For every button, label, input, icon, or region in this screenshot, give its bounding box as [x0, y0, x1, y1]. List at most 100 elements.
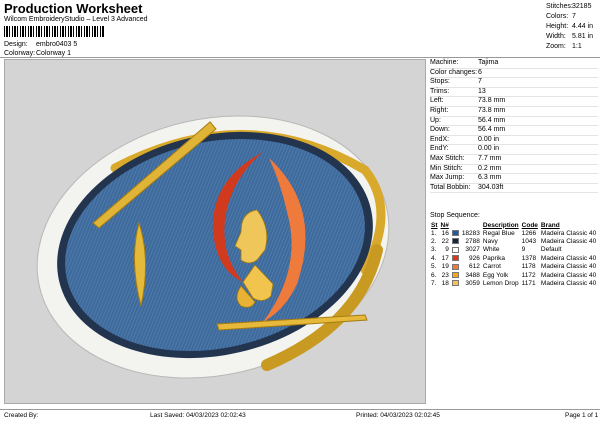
info-label: Color changes: — [430, 68, 478, 76]
stat-value: 32185 — [572, 3, 592, 10]
col-brand: Brand — [540, 221, 560, 229]
cell-code: 1172 — [521, 271, 536, 279]
cell-code: 1266 — [521, 229, 537, 237]
cell-brand: Default — [540, 246, 562, 254]
cell-description: Paprika — [482, 254, 505, 262]
info-label: Max Jump: — [430, 174, 465, 182]
cell-count: 2788 — [465, 238, 480, 246]
cell-brand: Madeira Classic 40 — [540, 271, 597, 279]
cell-swatch — [451, 237, 461, 245]
machine-info-panel: Machine: Tajima Color changes: 6 Stops: 7 T… — [430, 59, 598, 194]
cell-code: 9 — [521, 246, 526, 254]
col-code: Code — [521, 221, 538, 229]
table-row: 6. 23 3488 Egg Yolk 1172 Madeira Classic 40 — [430, 271, 598, 279]
info-row: Max Stitch: 7.7 mm — [430, 155, 598, 165]
info-value: 13 — [478, 87, 486, 95]
footer-page: Page 1 of 1 — [565, 412, 599, 419]
stat-row: Zoom: 1:1 — [546, 42, 593, 52]
cell-count: 3059 — [465, 280, 480, 288]
design-preview — [4, 59, 426, 404]
info-value: 6 — [478, 68, 482, 76]
color-swatch — [451, 255, 459, 262]
footer-divider — [0, 409, 600, 410]
stat-label: Zoom: — [546, 43, 566, 50]
table-row: 4. 17 926 Paprika 1378 Madeira Classic 40 — [430, 254, 598, 262]
cell-code: 1178 — [521, 263, 536, 271]
color-swatch — [451, 238, 459, 245]
info-label: Max Stitch: — [430, 154, 465, 162]
info-value: 7 — [478, 78, 482, 86]
cell-brand: Madeira Classic 40 — [540, 254, 597, 262]
cell-brand: Madeira Classic 40 — [540, 238, 597, 246]
stat-value: 4.44 in — [572, 23, 594, 30]
table-header-row: St N# Description Code Brand — [430, 221, 598, 229]
cell-code: 1043 — [521, 238, 537, 246]
color-swatch — [451, 246, 459, 253]
info-label: Total Bobbin: — [430, 183, 471, 191]
info-value: 7.7 mm — [478, 154, 502, 162]
cell-n: 23 — [441, 271, 449, 279]
cell-count: 926 — [469, 254, 480, 262]
info-label: Left: — [430, 97, 444, 105]
cell-swatch — [451, 279, 461, 287]
footer-printed: Printed: 04/03/2023 02:02:45 — [356, 412, 440, 419]
stat-row: Colors: 7 — [546, 12, 593, 22]
info-label: Trims: — [430, 87, 450, 95]
col-st: St — [431, 221, 438, 229]
stop-sequence-table: St N# Description Code Brand 1. 16 18283 Re… — [430, 221, 598, 288]
cell-n: 16 — [441, 229, 449, 237]
software-subtitle: Wilcom EmbroideryStudio – Level 3 Advanc… — [4, 16, 148, 23]
header-divider — [0, 57, 600, 58]
cell-description: Navy — [482, 238, 498, 246]
cell-count: 18283 — [461, 229, 480, 237]
footer-last-saved: Last Saved: 04/03/2023 02:02:43 — [150, 412, 246, 419]
colorway-value: Colorway 1 — [36, 50, 72, 57]
stop-sequence-title: Stop Sequence: — [430, 212, 480, 219]
color-swatch — [451, 229, 459, 236]
info-label: Right: — [430, 106, 449, 114]
cell-description: Regal Blue — [482, 229, 515, 237]
stat-label: Colors: — [546, 13, 569, 20]
design-label: Design: — [4, 41, 28, 48]
info-row: EndY: 0.00 in — [430, 145, 598, 155]
cell-n: 17 — [441, 254, 449, 262]
cell-swatch — [451, 263, 461, 271]
stat-label: Width: — [546, 33, 566, 40]
info-label: Machine: — [430, 59, 459, 66]
cell-code: 1378 — [521, 254, 537, 262]
cell-brand: Madeira Classic 40 — [540, 280, 597, 288]
cell-swatch — [451, 254, 461, 262]
info-value: 0.2 mm — [478, 164, 502, 172]
cell-count: 3488 — [465, 271, 480, 279]
table-row: 1. 16 18283 Regal Blue 1266 Madeira Classic 4… — [430, 229, 598, 237]
info-label: Stops: — [430, 78, 450, 86]
stat-row: Width: 5.81 in — [546, 32, 593, 42]
color-swatch — [451, 280, 459, 287]
info-row: Min Stitch: 0.2 mm — [430, 165, 598, 175]
info-value: 0.00 in — [478, 135, 500, 143]
design-value: embro0403 5 — [36, 41, 78, 48]
table-row: 5. 19 612 Carrot 1178 Madeira Classic 40 — [430, 263, 598, 271]
info-row: Total Bobbin: 304.03ft — [430, 184, 598, 194]
info-row: Color changes: 6 — [430, 69, 598, 79]
barcode — [4, 26, 104, 37]
cell-swatch — [451, 271, 461, 279]
info-value: 6.3 mm — [478, 174, 502, 182]
info-row: Trims: 13 — [430, 88, 598, 98]
stat-row: Stitches: 32185 — [546, 2, 593, 12]
stat-row: Height: 4.44 in — [546, 22, 593, 32]
col-n: N# — [440, 221, 449, 229]
info-row: EndX: 0.00 in — [430, 136, 598, 146]
info-value: 73.8 mm — [478, 106, 506, 114]
page-title: Production Worksheet — [4, 1, 143, 16]
info-row: Down: 56.4 mm — [430, 126, 598, 136]
colorway-row: Colorway: Colorway 1 — [4, 50, 71, 57]
stat-label: Height: — [546, 23, 569, 30]
info-value: 73.8 mm — [478, 97, 506, 105]
cell-st: 7. — [431, 280, 437, 288]
cell-n: 9 — [445, 246, 449, 254]
cell-count: 3027 — [465, 246, 480, 254]
cell-brand: Madeira Classic 40 — [540, 229, 597, 237]
table-row: 3. 9 3027 White 9 Default — [430, 246, 598, 254]
col-count — [461, 221, 482, 229]
